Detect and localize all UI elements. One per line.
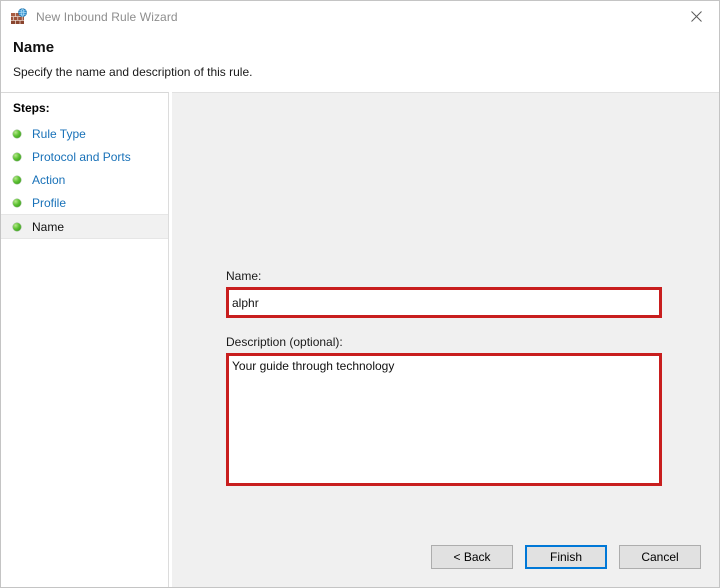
sidebar-item-action[interactable]: Action bbox=[1, 168, 168, 191]
sidebar-item-protocol-and-ports[interactable]: Protocol and Ports bbox=[1, 145, 168, 168]
button-bar: < Back Finish Cancel bbox=[431, 545, 701, 569]
description-label: Description (optional): bbox=[226, 335, 662, 349]
window-title: New Inbound Rule Wizard bbox=[36, 10, 178, 24]
sidebar-item-label: Name bbox=[32, 220, 64, 234]
back-button[interactable]: < Back bbox=[431, 545, 513, 569]
sidebar-item-profile[interactable]: Profile bbox=[1, 191, 168, 214]
name-label: Name: bbox=[226, 269, 662, 283]
sidebar-item-rule-type[interactable]: Rule Type bbox=[1, 122, 168, 145]
close-icon[interactable] bbox=[673, 1, 719, 31]
page-header: Name Specify the name and description of… bbox=[1, 32, 719, 79]
firewall-icon bbox=[10, 8, 28, 26]
sidebar-item-name[interactable]: Name bbox=[1, 214, 168, 239]
description-textarea[interactable] bbox=[229, 356, 659, 480]
step-bullet-icon bbox=[13, 223, 21, 231]
title-bar: New Inbound Rule Wizard bbox=[1, 1, 719, 32]
step-bullet-icon bbox=[13, 176, 21, 184]
description-field-highlight bbox=[226, 353, 662, 486]
main-panel: Name: Description (optional): < Back Fin… bbox=[172, 92, 719, 587]
wizard-body: Steps: Rule Type Protocol and Ports Acti… bbox=[1, 79, 719, 587]
steps-sidebar: Steps: Rule Type Protocol and Ports Acti… bbox=[1, 92, 169, 587]
name-field-highlight bbox=[226, 287, 662, 318]
name-input[interactable] bbox=[229, 290, 659, 315]
step-bullet-icon bbox=[13, 199, 21, 207]
steps-heading: Steps: bbox=[1, 93, 168, 122]
sidebar-item-label: Protocol and Ports bbox=[32, 150, 131, 164]
page-subtitle: Specify the name and description of this… bbox=[13, 65, 719, 79]
step-bullet-icon bbox=[13, 153, 21, 161]
page-title: Name bbox=[13, 39, 719, 56]
finish-button[interactable]: Finish bbox=[525, 545, 607, 569]
sidebar-item-label: Rule Type bbox=[32, 127, 86, 141]
wizard-window: New Inbound Rule Wizard Name Specify the… bbox=[0, 0, 720, 588]
sidebar-item-label: Profile bbox=[32, 196, 66, 210]
rule-name-form: Name: Description (optional): bbox=[226, 269, 662, 486]
sidebar-item-label: Action bbox=[32, 173, 65, 187]
cancel-button[interactable]: Cancel bbox=[619, 545, 701, 569]
step-bullet-icon bbox=[13, 130, 21, 138]
field-spacer bbox=[226, 318, 662, 335]
